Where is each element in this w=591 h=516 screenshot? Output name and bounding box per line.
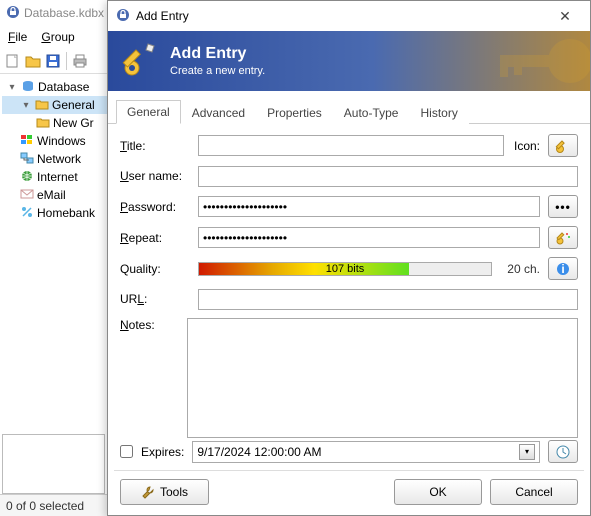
label-title: Title: [120,139,190,153]
menu-file[interactable]: File [8,30,27,44]
password-field[interactable] [198,196,540,217]
globe-icon [20,169,34,186]
percent-icon [20,205,34,222]
tabstrip: General Advanced Properties Auto-Type Hi… [108,91,590,124]
username-field[interactable] [198,166,578,187]
notes-field[interactable] [187,318,578,438]
toolbar-separator [66,52,67,70]
lock-icon [6,5,20,22]
expires-row: Expires: 9/17/2024 12:00:00 AM ▾ [120,440,578,463]
close-button[interactable]: ✕ [548,5,582,27]
tree-item-label: Network [37,152,81,166]
toolbar-new-icon[interactable] [4,52,22,70]
tab-properties[interactable]: Properties [256,101,333,124]
tree-item-label: Windows [37,134,86,148]
reveal-password-button[interactable]: ••• [548,195,578,218]
expires-datepicker[interactable]: 9/17/2024 12:00:00 AM ▾ [192,441,540,463]
statusbar: 0 of 0 selected [0,494,107,516]
expires-value: 9/17/2024 12:00:00 AM [197,445,321,459]
clock-icon [555,444,571,460]
quality-meter: 107 bits [198,262,492,276]
toolbar-print-icon[interactable] [71,52,89,70]
label-username: User name: [120,169,190,183]
mail-icon [20,187,34,204]
tab-advanced[interactable]: Advanced [181,101,256,124]
tab-general[interactable]: General [116,100,181,124]
detail-panel [2,434,105,494]
dialog-header: Add Entry Create a new entry. [108,31,590,91]
add-entry-dialog: Add Entry ✕ Add Entry Create a new entry… [107,0,591,516]
toolbar-open-icon[interactable] [24,52,42,70]
key-bg-icon [480,31,590,91]
svg-text:i: i [561,262,564,276]
db-icon [21,79,35,96]
tools-button[interactable]: Tools [120,479,209,505]
main-window-title: Database.kdbx [24,6,104,20]
windows-icon [20,133,34,150]
generate-password-button[interactable] [548,226,578,249]
dialog-buttons: Tools OK Cancel [120,479,578,505]
dialog-titlebar[interactable]: Add Entry ✕ [108,1,590,31]
icon-picker-button[interactable] [548,134,578,157]
network-icon [20,151,34,168]
form-general: Title: Icon: User name: Password: ••• Re… [108,124,590,456]
title-field[interactable] [198,135,504,156]
wrench-icon [141,485,155,499]
tree-item-label: Internet [37,170,78,184]
header-title: Add Entry [170,45,265,63]
expander-icon[interactable]: ▾ [6,82,18,93]
info-icon: i [556,262,570,276]
tree-item-label: Homebank [37,206,95,220]
label-notes: Notes: [120,318,179,332]
quality-info-button[interactable]: i [548,257,578,280]
tab-autotype[interactable]: Auto-Type [333,101,410,124]
label-password: Password: [120,200,190,214]
key-pencil-icon [120,40,160,83]
dots-icon: ••• [555,200,571,214]
dialog-title: Add Entry [136,9,189,23]
lock-icon [116,8,130,25]
expires-checkbox[interactable] [120,445,133,458]
label-expires[interactable]: Expires: [141,445,184,459]
tree-newgroup-label: New Gr [53,116,94,130]
repeat-field[interactable] [198,227,540,248]
tree-root-label: Database [38,80,89,94]
tree-item-label: eMail [37,188,66,202]
status-text: 0 of 0 selected [6,499,84,513]
url-field[interactable] [198,289,578,310]
folder-open-icon [35,97,49,114]
dropdown-icon[interactable]: ▾ [519,444,535,460]
key-icon [555,138,571,154]
menu-group[interactable]: Group [41,30,74,44]
label-repeat: Repeat: [120,231,190,245]
tab-history[interactable]: History [409,101,468,124]
label-url: URL: [120,292,190,306]
tree-general-label: General [52,98,95,112]
ok-button[interactable]: OK [394,479,482,505]
dialog-separator [114,470,584,471]
quality-bits: 107 bits [199,263,491,275]
header-subtitle: Create a new entry. [170,65,265,77]
label-icon: Icon: [512,139,540,153]
key-gen-icon [555,230,571,246]
folder-icon [36,115,50,132]
cancel-button[interactable]: Cancel [490,479,578,505]
expires-preset-button[interactable] [548,440,578,463]
expander-icon[interactable]: ▾ [20,100,32,111]
tools-label: Tools [160,485,188,499]
toolbar-save-icon[interactable] [44,52,62,70]
quality-chars: 20 ch. [500,262,540,276]
label-quality: Quality: [120,262,190,276]
